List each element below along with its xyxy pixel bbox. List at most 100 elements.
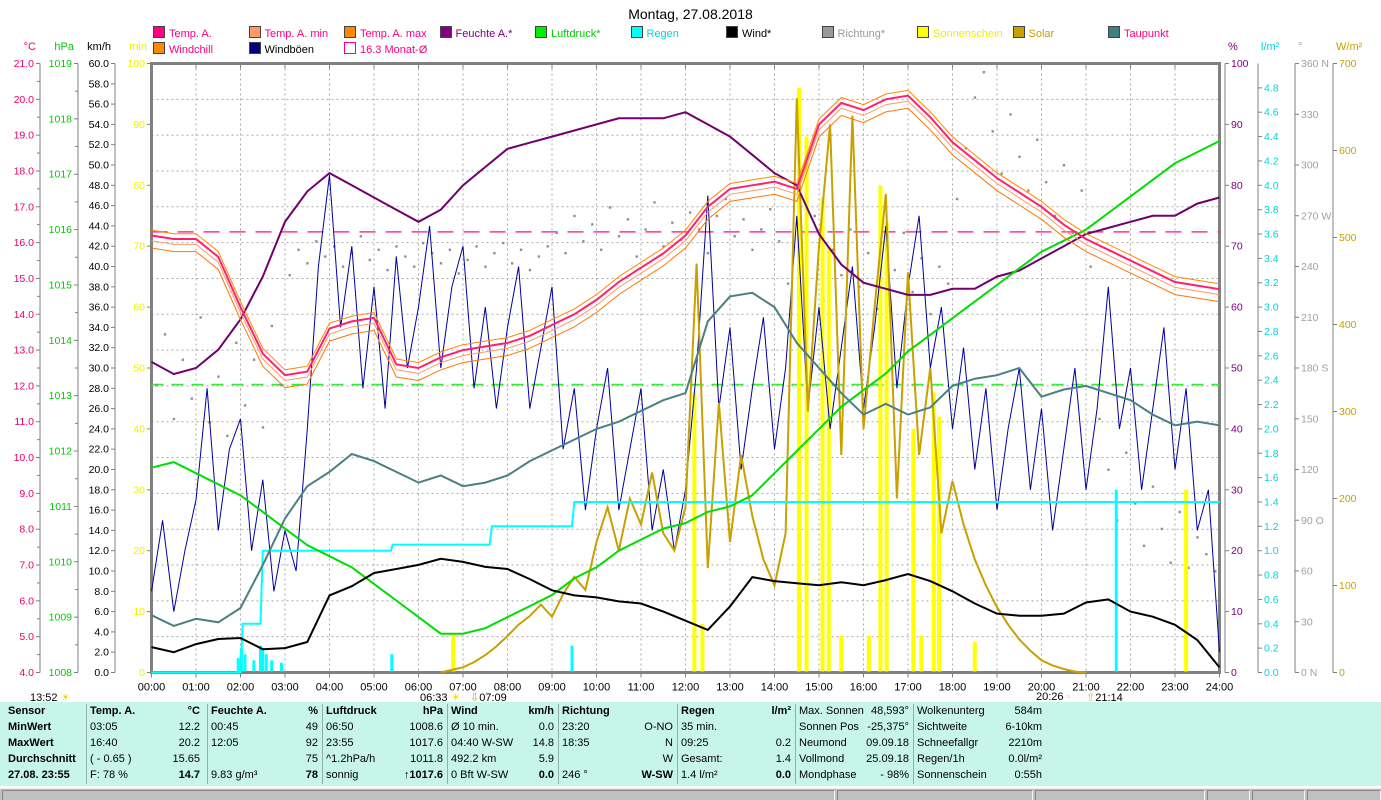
svg-text:hPa: hPa — [54, 41, 74, 53]
svg-text:58.0: 58.0 — [89, 78, 110, 90]
series-temp-a-max — [151, 89, 1220, 371]
svg-text:8.0: 8.0 — [19, 524, 34, 536]
svg-text:1010: 1010 — [49, 556, 73, 568]
svg-text:24.0: 24.0 — [89, 423, 110, 435]
svg-text:16.0: 16.0 — [89, 505, 110, 517]
table-cell: 15.65 — [172, 753, 200, 765]
svg-text:19.0: 19.0 — [14, 130, 35, 142]
svg-text:0.4: 0.4 — [1264, 618, 1279, 630]
svg-text:5.0: 5.0 — [19, 631, 34, 643]
status-bar-panel — [1252, 790, 1305, 800]
svg-text:2.4: 2.4 — [1264, 375, 1279, 387]
x-tick-label: 24:00 — [1206, 682, 1234, 694]
svg-text:200: 200 — [1339, 493, 1357, 505]
svg-text:48.0: 48.0 — [89, 180, 110, 192]
table-cell: 35 min. — [681, 721, 718, 733]
x-tick-label: 09:00 — [538, 682, 566, 694]
svg-text:10.0: 10.0 — [14, 452, 35, 464]
axis-pct: % 0 10 20 30 40 50 60 70 80 90 100 — [1224, 41, 1249, 679]
table-cell: 0.0 — [538, 769, 554, 781]
svg-text:17.0: 17.0 — [14, 201, 35, 213]
svg-text:30: 30 — [1231, 484, 1243, 496]
svg-text:0.6: 0.6 — [1264, 594, 1279, 606]
svg-text:20: 20 — [133, 545, 145, 557]
table-cell: N — [665, 737, 673, 749]
svg-text:80: 80 — [133, 180, 145, 192]
svg-text:°C: °C — [24, 41, 36, 53]
x-tick-label: 10:00 — [583, 682, 611, 694]
svg-text:14.0: 14.0 — [89, 525, 110, 537]
svg-text:1018: 1018 — [49, 113, 73, 125]
status-bar-panel — [2, 790, 835, 800]
x-tick-label: 15:00 — [805, 682, 833, 694]
svg-text:°: ° — [1298, 41, 1302, 53]
axis-tempC: °C 4.0 5.0 6.0 7.0 8.0 9.0 10.0 11.0 12.0 13.0 14.0… — [14, 41, 41, 679]
table-cell: 6-10km — [1005, 721, 1042, 733]
svg-text:330: 330 — [1301, 109, 1319, 121]
svg-text:18.0: 18.0 — [14, 165, 35, 177]
table-cell: km/h — [528, 705, 554, 717]
table-cell: 0.0 — [538, 721, 554, 733]
svg-text:14.0: 14.0 — [14, 309, 35, 321]
table-cell: O-NO — [644, 721, 673, 733]
status-bar-panel — [1035, 790, 1205, 800]
svg-text:3.6: 3.6 — [1264, 229, 1279, 241]
svg-text:150: 150 — [1301, 413, 1319, 425]
svg-text:12.0: 12.0 — [14, 380, 35, 392]
svg-text:38.0: 38.0 — [89, 281, 110, 293]
table-cell: 584m — [1014, 705, 1042, 717]
svg-text:42.0: 42.0 — [89, 241, 110, 253]
svg-text:500: 500 — [1339, 232, 1357, 244]
svg-text:0.0: 0.0 — [94, 667, 109, 679]
svg-text:100: 100 — [1231, 58, 1249, 70]
table-cell: Durchschnitt — [8, 753, 76, 765]
svg-text:30: 30 — [133, 484, 145, 496]
svg-text:13.0: 13.0 — [14, 345, 35, 357]
svg-text:32.0: 32.0 — [89, 342, 110, 354]
svg-text:0.0: 0.0 — [1264, 667, 1279, 679]
svg-text:60: 60 — [1231, 302, 1243, 314]
table-cell: 20.2 — [178, 737, 200, 749]
axis-deg: ° 0 N 30 60 90 O 120 150 180 S 210 240 270 W 300 330… — [1294, 41, 1331, 679]
svg-text:4.0: 4.0 — [1264, 180, 1279, 192]
table-cell: 12.2 — [178, 721, 200, 733]
svg-text:80: 80 — [1231, 180, 1243, 192]
svg-text:26.0: 26.0 — [89, 403, 110, 415]
svg-text:22.0: 22.0 — [89, 444, 110, 456]
svg-text:400: 400 — [1339, 319, 1357, 331]
svg-text:0 N: 0 N — [1301, 667, 1317, 679]
svg-text:1012: 1012 — [49, 446, 73, 458]
svg-text:16.0: 16.0 — [14, 237, 35, 249]
svg-text:4.2: 4.2 — [1264, 155, 1279, 167]
svg-text:6.0: 6.0 — [94, 606, 109, 618]
svg-text:1017: 1017 — [49, 169, 73, 181]
x-tick-label: 17:00 — [894, 682, 922, 694]
svg-text:1.4: 1.4 — [1264, 496, 1279, 508]
svg-text:1014: 1014 — [49, 335, 73, 347]
table-cell: 5.9 — [538, 753, 554, 765]
table-cell: 14.7 — [178, 769, 200, 781]
x-tick-label: 13:00 — [716, 682, 744, 694]
svg-text:1011: 1011 — [49, 501, 72, 513]
table-cell: % — [308, 705, 318, 717]
axis-kmh: km/h 0.0 2.0 4.0 6.0 8.0 10.0 12.0 14.0 16.0 18.0 2… — [87, 41, 116, 679]
svg-text:0.2: 0.2 — [1264, 643, 1279, 655]
svg-text:12.0: 12.0 — [89, 545, 110, 557]
x-tick-label: 19:00 — [983, 682, 1011, 694]
svg-text:180 S: 180 S — [1301, 363, 1328, 375]
table-cell: 0.2 — [775, 737, 791, 749]
table-cell: 27.08. 23:55 — [8, 769, 70, 781]
svg-text:6.0: 6.0 — [19, 595, 34, 607]
svg-text:40: 40 — [1231, 423, 1243, 435]
series-sonnenschein — [451, 87, 1189, 672]
x-tick-label: 05:00 — [360, 682, 388, 694]
svg-text:0: 0 — [139, 667, 145, 679]
axis-min: min 0 10 20 30 40 50 60 70 80 90 100 — [127, 41, 152, 679]
table-cell: Richtung — [562, 705, 610, 717]
table-cell: W-SW — [641, 769, 673, 781]
svg-text:40.0: 40.0 — [89, 261, 110, 273]
svg-text:40: 40 — [133, 423, 145, 435]
svg-text:1009: 1009 — [49, 612, 73, 624]
svg-text:4.8: 4.8 — [1264, 82, 1279, 94]
series-temp-a- — [151, 94, 1220, 377]
